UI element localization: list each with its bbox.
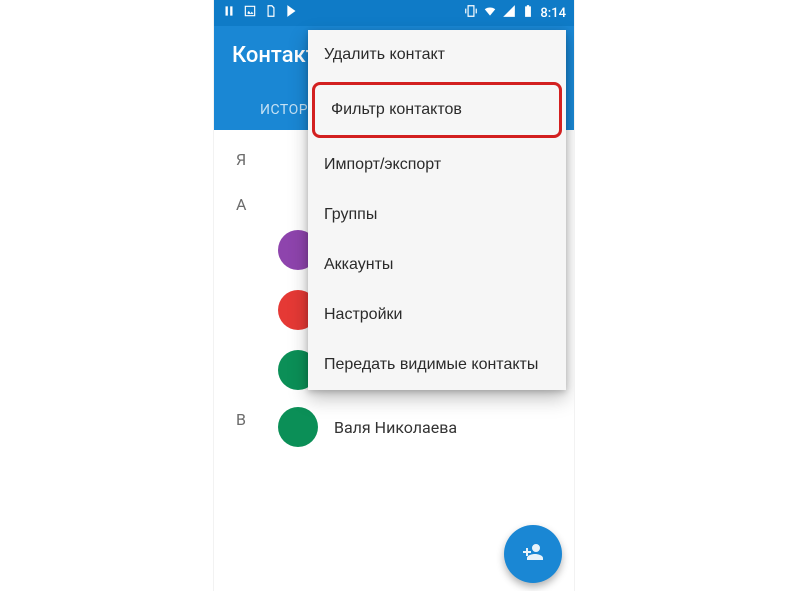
pause-icon [222,4,236,22]
menu-item-delete-contact[interactable]: Удалить контакт [308,30,566,80]
menu-item-groups[interactable]: Группы [308,190,566,240]
phone-frame: 8:14 Контакты История Удалить контакт Фи… [214,0,574,591]
contact-name: Валя Николаева [334,418,457,437]
add-contact-fab[interactable] [504,525,562,583]
play-store-icon [285,4,299,22]
menu-item-settings[interactable]: Настройки [308,290,566,340]
battery-icon [521,4,535,22]
vibrate-icon [464,4,478,22]
add-contact-icon [521,540,545,568]
image-icon [243,4,257,22]
wifi-icon [483,4,497,22]
status-bar-left [222,4,299,22]
menu-item-accounts[interactable]: Аккаунты [308,240,566,290]
status-bar: 8:14 [214,0,574,26]
status-bar-right: 8:14 [464,4,566,22]
menu-item-share-visible-contacts[interactable]: Передать видимые контакты [308,340,566,390]
cell-signal-icon [502,4,516,22]
sim-icon [264,4,278,22]
menu-item-import-export[interactable]: Импорт/экспорт [308,140,566,190]
overflow-menu: Удалить контакт Фильтр контактов Импорт/… [308,30,566,390]
menu-item-contacts-filter[interactable]: Фильтр контактов [312,82,562,138]
avatar [278,407,318,447]
list-item[interactable]: Валя Николаева [214,407,574,457]
status-bar-time: 8:14 [540,6,566,21]
